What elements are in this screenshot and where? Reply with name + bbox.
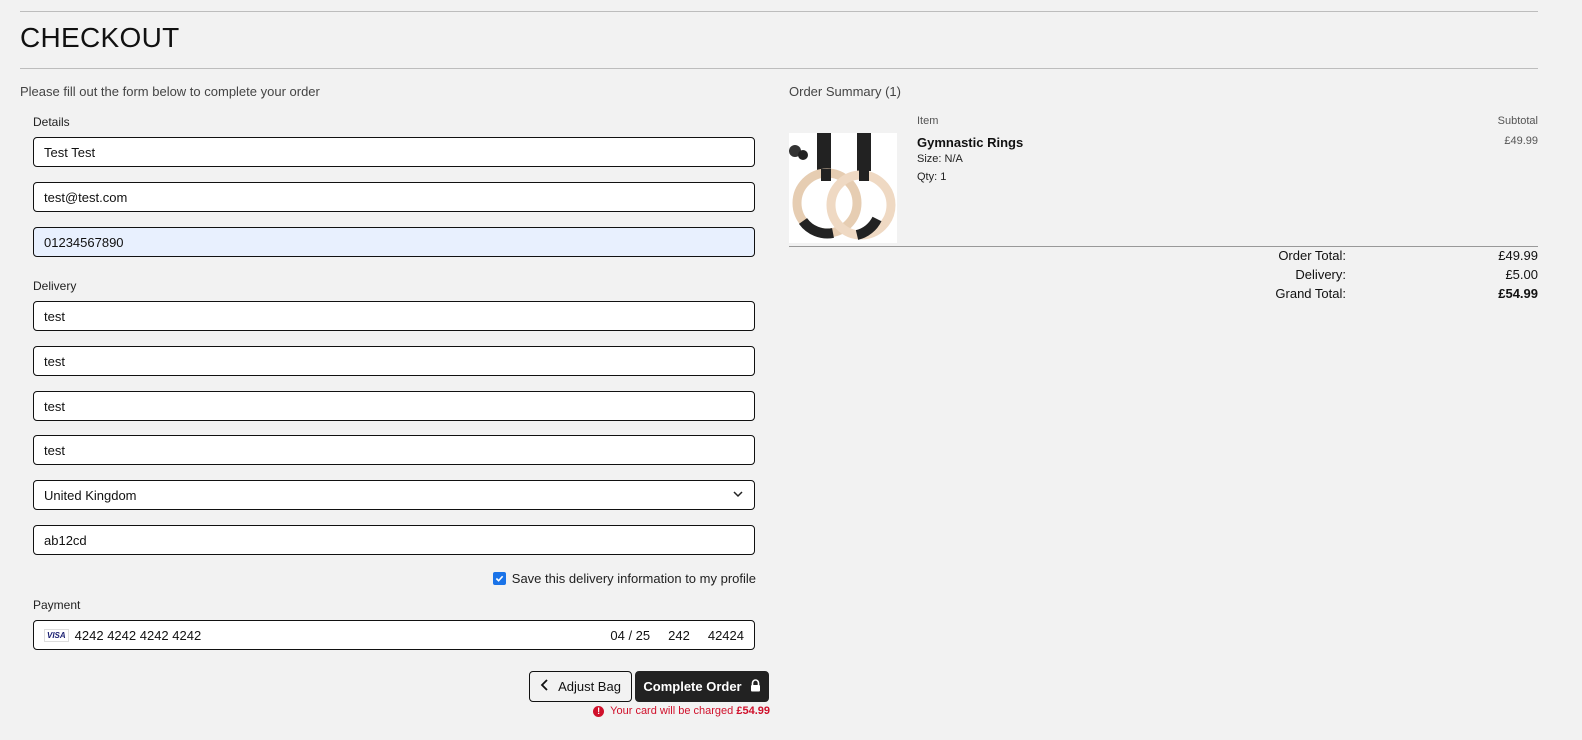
- complete-order-label: Complete Order: [643, 679, 742, 694]
- country-select-box[interactable]: United Kingdom: [33, 480, 755, 510]
- details-label: Details: [33, 115, 70, 129]
- order-summary-title: Order Summary (1): [789, 84, 901, 99]
- card-number[interactable]: 4242 4242 4242 4242: [75, 628, 593, 643]
- order-total-value: £49.99: [1498, 248, 1538, 263]
- town-input[interactable]: [33, 391, 755, 421]
- phone-input[interactable]: [33, 227, 755, 257]
- full-name-input[interactable]: [33, 137, 755, 167]
- delivery-label: Delivery: [33, 279, 77, 293]
- chevron-down-icon: [732, 488, 744, 503]
- alert-icon: !: [593, 705, 605, 717]
- charge-note-text: Your card will be charged: [610, 705, 734, 717]
- item-column-header: Item: [917, 115, 939, 127]
- postcode-input[interactable]: [33, 525, 755, 555]
- charge-amount: £54.99: [736, 705, 770, 717]
- order-total-label: Order Total:: [1278, 248, 1346, 263]
- card-expiry[interactable]: 04 / 25: [610, 628, 650, 643]
- item-size: Size: N/A: [917, 153, 963, 165]
- delivery-cost-value: £5.00: [1505, 267, 1538, 282]
- save-info-row[interactable]: Save this delivery information to my pro…: [492, 571, 756, 586]
- page-title: CHECKOUT: [20, 22, 180, 53]
- delivery-cost-label: Delivery:: [1295, 267, 1346, 282]
- summary-divider: [789, 246, 1538, 247]
- charge-note: ! Your card will be charged £54.99: [593, 705, 770, 717]
- card-cvc[interactable]: 242: [668, 628, 690, 643]
- street-address-1-input[interactable]: [33, 301, 755, 331]
- country-select[interactable]: United Kingdom: [33, 480, 755, 510]
- card-element[interactable]: VISA 4242 4242 4242 4242 04 / 25 242 424…: [33, 620, 755, 650]
- street-address-2-input[interactable]: [33, 346, 755, 376]
- grand-total-label: Grand Total:: [1275, 286, 1346, 301]
- item-qty: Qty: 1: [917, 171, 947, 183]
- title-divider: [20, 68, 1538, 69]
- subtotal-column-header: Subtotal: [1497, 115, 1538, 127]
- item-name: Gymnastic Rings: [917, 135, 1024, 150]
- county-input[interactable]: [33, 435, 755, 465]
- payment-label: Payment: [33, 598, 81, 612]
- email-input[interactable]: [33, 182, 755, 212]
- lock-icon: [750, 678, 761, 695]
- adjust-bag-button[interactable]: Adjust Bag: [529, 671, 632, 702]
- product-image: [789, 133, 897, 243]
- save-info-checkbox[interactable]: [492, 572, 506, 585]
- card-postal[interactable]: 42424: [708, 628, 744, 643]
- top-divider: [20, 11, 1538, 12]
- chevron-left-icon: [540, 679, 550, 694]
- item-subtotal: £49.99: [1504, 135, 1538, 147]
- grand-total-value: £54.99: [1498, 286, 1538, 301]
- form-intro: Please fill out the form below to comple…: [20, 84, 320, 99]
- save-info-label: Save this delivery information to my pro…: [511, 571, 756, 586]
- country-value: United Kingdom: [44, 487, 137, 503]
- visa-icon: VISA: [44, 628, 69, 642]
- complete-order-button[interactable]: Complete Order: [635, 671, 769, 702]
- adjust-bag-label: Adjust Bag: [558, 679, 621, 694]
